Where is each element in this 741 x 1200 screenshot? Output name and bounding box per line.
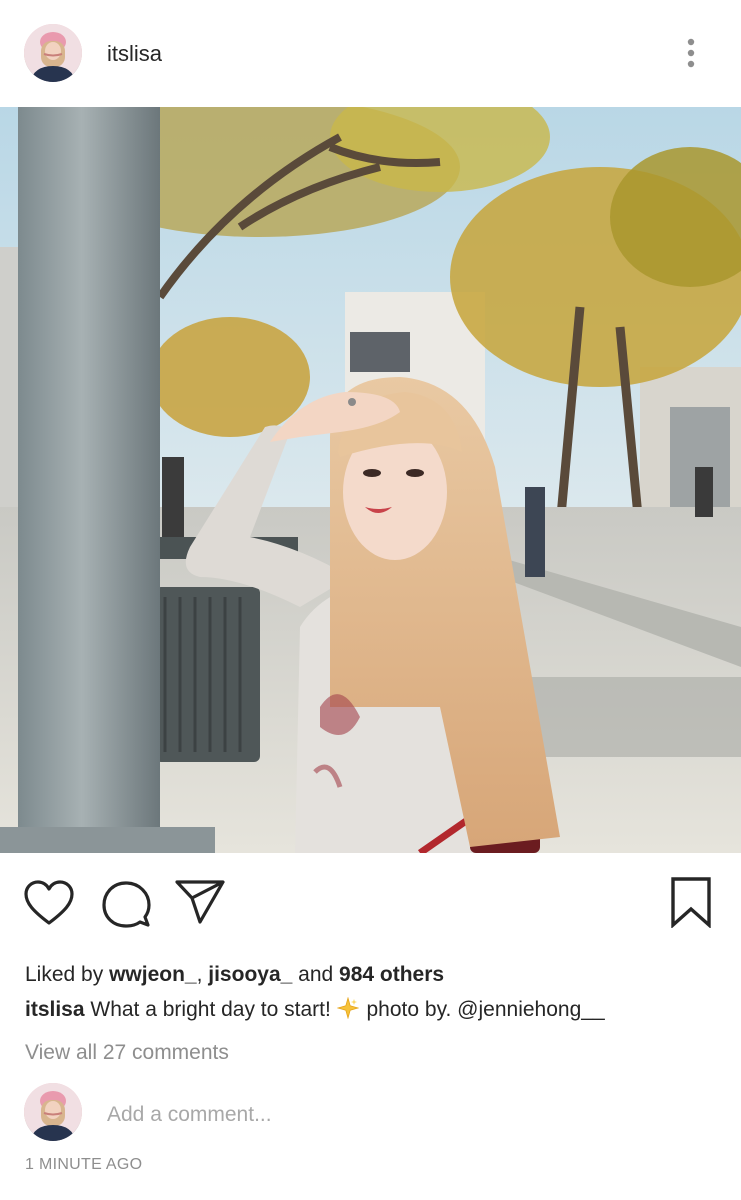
add-comment-input[interactable]: [107, 1101, 667, 1129]
caption-username[interactable]: itslisa: [25, 998, 85, 1021]
post-photo[interactable]: [0, 107, 741, 853]
likes-others-link[interactable]: 984 others: [339, 963, 444, 986]
likes-prefix: Liked by: [25, 963, 110, 986]
bookmark-icon[interactable]: [669, 876, 713, 929]
likes-summary: Liked by wwjeon_, jisooya_ and 984 other…: [25, 961, 444, 989]
caption-text-after: photo by. @jenniehong__: [360, 998, 605, 1021]
sparkle-star-emoji: [336, 996, 360, 1020]
heart-icon[interactable]: [23, 879, 75, 927]
comment-bubble-icon[interactable]: [101, 879, 151, 929]
post-header: itslisa: [0, 0, 741, 107]
post-timestamp: 1 MINUTE AGO: [25, 1156, 143, 1173]
paper-plane-icon[interactable]: [174, 879, 226, 925]
profile-avatar[interactable]: [24, 24, 82, 82]
more-vertical-icon[interactable]: [678, 37, 704, 71]
comment-avatar: [24, 1083, 82, 1141]
liker-username-1[interactable]: wwjeon_: [109, 963, 197, 986]
view-all-comments-link[interactable]: View all 27 comments: [25, 1039, 229, 1067]
likes-and: and: [292, 963, 340, 986]
likes-separator: ,: [196, 963, 209, 986]
post-username[interactable]: itslisa: [107, 40, 162, 68]
post-caption: itslisa What a bright day to start! phot…: [25, 996, 605, 1024]
caption-text-before: What a bright day to start!: [84, 998, 337, 1021]
liker-username-2[interactable]: jisooya_: [208, 963, 292, 986]
